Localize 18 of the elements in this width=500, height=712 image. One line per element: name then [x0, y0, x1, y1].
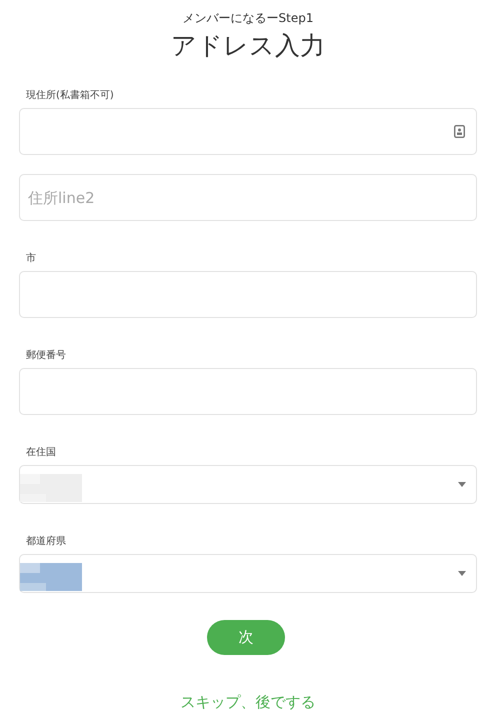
next-button[interactable]: 次	[207, 620, 285, 655]
field-label: 市	[26, 252, 36, 265]
input-field[interactable]: 住所line2	[19, 174, 477, 221]
skip-link[interactable]: スキップ、後でする	[180, 692, 316, 712]
dropdown-caret-icon	[458, 482, 466, 487]
input-field[interactable]	[19, 108, 477, 155]
field-label: 都道府県	[26, 534, 66, 548]
input-field[interactable]	[19, 368, 477, 415]
select-field[interactable]	[19, 554, 477, 592]
page-title: アドレス入力	[171, 30, 325, 62]
dropdown-caret-icon	[458, 570, 466, 576]
step-caption: メンバーになるーStep1	[182, 10, 314, 27]
contact-card-icon[interactable]	[454, 125, 465, 138]
field-label: 在住国	[26, 446, 56, 459]
input-field[interactable]	[19, 271, 477, 318]
field-label: 郵便番号	[26, 348, 66, 362]
field-label: 現住所(私書箱不可)	[26, 88, 114, 102]
select-field[interactable]	[19, 465, 477, 504]
